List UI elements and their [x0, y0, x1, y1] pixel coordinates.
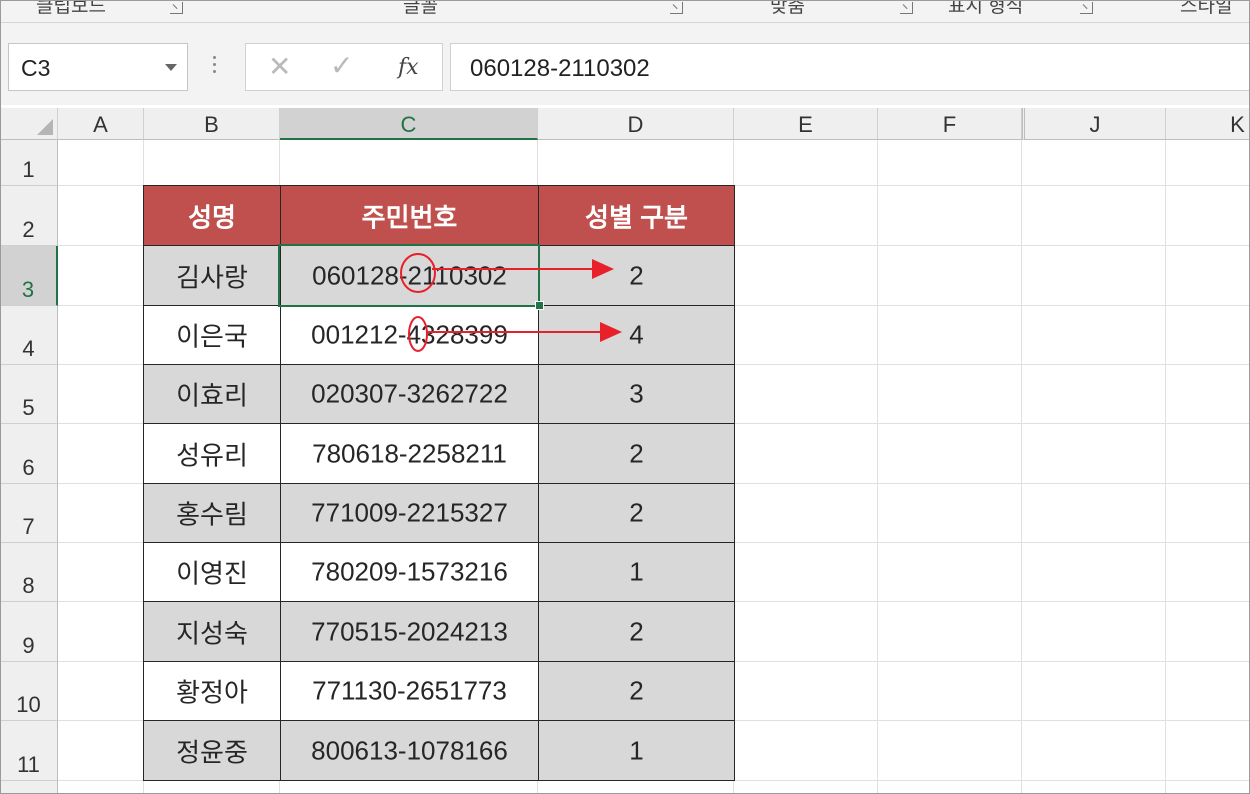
alignment-launcher-icon[interactable] [900, 2, 913, 14]
ribbon-group-styles: 스타일 [1180, 0, 1233, 17]
ribbon-group-alignment: 맞춤 [770, 0, 805, 17]
drag-handle-icon[interactable] [213, 56, 217, 78]
cancel-icon[interactable]: ✕ [268, 50, 291, 83]
worksheet-grid[interactable]: A B C D E F J K 1 2 3 4 5 6 7 8 9 10 11 … [0, 108, 1250, 794]
ribbon-group-labels: 클립보드 글꼴 맞춤 표시 형식 스타일 [0, 0, 1250, 23]
formula-input-value: 060128-2110302 [470, 55, 650, 82]
arrowhead-row4 [600, 322, 622, 342]
formula-input[interactable]: 060128-2110302 [450, 43, 1250, 91]
number-launcher-icon[interactable] [1080, 2, 1093, 14]
highlight-circle-row4 [408, 316, 428, 352]
chevron-down-icon[interactable] [165, 64, 177, 71]
annotation-overlay [400, 253, 622, 352]
formula-buttons: ✕ ✓ fx [245, 43, 443, 91]
clipboard-launcher-icon[interactable] [170, 2, 183, 14]
ribbon-group-font: 글꼴 [403, 0, 438, 17]
arrowhead-row3 [592, 259, 614, 279]
enter-icon[interactable]: ✓ [330, 49, 353, 82]
insert-function-icon[interactable]: fx [398, 55, 419, 80]
highlight-circle-row3 [400, 253, 436, 293]
name-box-value: C3 [21, 55, 51, 81]
name-box[interactable]: C3 [8, 43, 188, 91]
ribbon-group-clipboard: 클립보드 [36, 0, 106, 17]
font-launcher-icon[interactable] [670, 2, 683, 14]
ribbon-group-number: 표시 형식 [948, 0, 1024, 17]
formula-bar: C3 ✕ ✓ fx 060128-2110302 [0, 23, 1250, 105]
